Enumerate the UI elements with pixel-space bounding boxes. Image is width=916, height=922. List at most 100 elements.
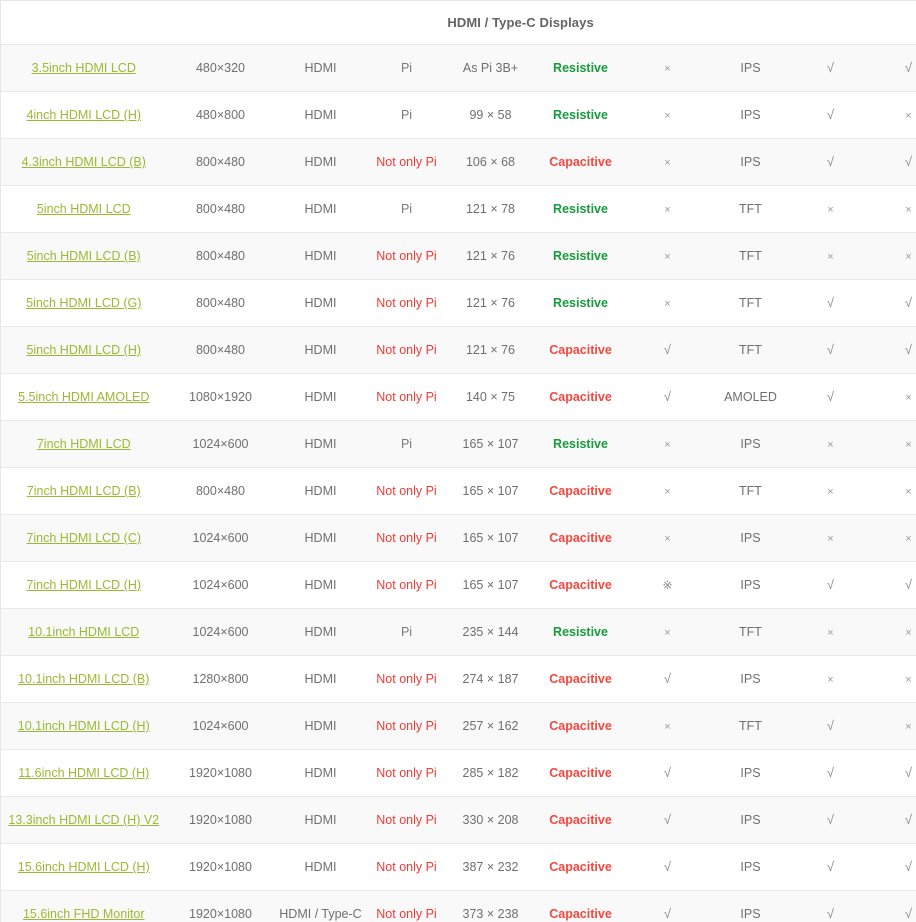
cell-backl: × bbox=[868, 467, 916, 515]
cell-product-name[interactable]: 4.3inch HDMI LCD (B) bbox=[0, 138, 167, 186]
cell-product-name[interactable]: 7inch HDMI LCD (H) bbox=[0, 561, 167, 609]
product-link[interactable]: 7inch HDMI LCD (H) bbox=[26, 578, 141, 592]
size-value: 285 × 182 bbox=[462, 766, 519, 780]
cell-panel: IPS bbox=[708, 561, 793, 609]
product-link[interactable]: 4inch HDMI LCD (H) bbox=[26, 108, 141, 122]
cell-product-name[interactable]: 5inch HDMI LCD (H) bbox=[0, 326, 167, 374]
product-link[interactable]: 13.3inch HDMI LCD (H) V2 bbox=[8, 813, 159, 827]
cell-product-name[interactable]: 15.6inch FHD Monitor bbox=[0, 890, 167, 922]
panel-value: TFT bbox=[739, 202, 762, 216]
table-row[interactable]: 5inch HDMI LCD (H) 800×480 HDMI Not only Pi… bbox=[0, 326, 916, 374]
cell-panel: TFT bbox=[708, 608, 793, 656]
cell-res: 480×320 bbox=[166, 44, 275, 92]
product-link[interactable]: 5inch HDMI LCD bbox=[37, 202, 131, 216]
iface-value: HDMI bbox=[304, 61, 337, 75]
table-row[interactable]: 7inch HDMI LCD (H) 1024×600 HDMI Not only P… bbox=[0, 561, 916, 609]
table-row[interactable]: 11.6inch HDMI LCD (H) 1920×1080 HDMI Not on… bbox=[0, 749, 916, 797]
res-value: 1920×1080 bbox=[189, 766, 252, 780]
case-check-icon: √ bbox=[663, 671, 672, 686]
product-link[interactable]: 5inch HDMI LCD (B) bbox=[27, 249, 141, 263]
table-row[interactable]: 10.1inch HDMI LCD (H) 1024×600 HDMI Not onl… bbox=[0, 702, 916, 750]
panel-value: TFT bbox=[739, 343, 762, 357]
cell-product-name[interactable]: 7inch HDMI LCD bbox=[0, 420, 167, 468]
cell-product-name[interactable]: 10.1inch HDMI LCD (B) bbox=[0, 655, 167, 703]
table-row[interactable]: 7inch HDMI LCD (B) 800×480 HDMI Not only Pi… bbox=[0, 467, 916, 515]
size-value: 121 × 78 bbox=[465, 202, 515, 216]
cell-product-name[interactable]: 4inch HDMI LCD (H) bbox=[0, 91, 167, 139]
product-link[interactable]: 5inch HDMI LCD (H) bbox=[26, 343, 141, 357]
audio-cross-icon: × bbox=[827, 674, 834, 686]
cell-product-name[interactable]: 5.5inch HDMI AMOLED bbox=[0, 373, 167, 421]
touch-value: Capacitive bbox=[549, 672, 612, 686]
table-row[interactable]: 15.6inch FHD Monitor 1920×1080 HDMI / Type… bbox=[0, 890, 916, 922]
table-row[interactable]: 7inch HDMI LCD (C) 1024×600 HDMI Not only P… bbox=[0, 514, 916, 562]
cell-product-name[interactable]: 5inch HDMI LCD (G) bbox=[0, 279, 167, 327]
cell-product-name[interactable]: 7inch HDMI LCD (C) bbox=[0, 514, 167, 562]
product-link[interactable]: 7inch HDMI LCD (C) bbox=[26, 531, 141, 545]
host-value: Not only Pi bbox=[376, 343, 437, 357]
product-link[interactable]: 3.5inch HDMI LCD bbox=[32, 61, 136, 75]
product-link[interactable]: 5inch HDMI LCD (G) bbox=[26, 296, 141, 310]
table-row[interactable]: 5inch HDMI LCD (B) 800×480 HDMI Not only Pi… bbox=[0, 232, 916, 280]
cell-touch: Resistive bbox=[534, 185, 627, 233]
product-link[interactable]: 4.3inch HDMI LCD (B) bbox=[22, 155, 146, 169]
iface-value: HDMI bbox=[304, 578, 337, 592]
table-row[interactable]: 5inch HDMI LCD (G) 800×480 HDMI Not only Pi… bbox=[0, 279, 916, 327]
cell-touch: Capacitive bbox=[534, 843, 627, 891]
cell-res: 1024×600 bbox=[166, 702, 275, 750]
table-row[interactable]: 13.3inch HDMI LCD (H) V2 1920×1080 HDMI Not… bbox=[0, 796, 916, 844]
product-link[interactable]: 5.5inch HDMI AMOLED bbox=[18, 390, 149, 404]
cell-audio: √ bbox=[792, 890, 869, 922]
table-row[interactable]: 10.1inch HDMI LCD (B) 1280×800 HDMI Not onl… bbox=[0, 655, 916, 703]
cell-audio: √ bbox=[792, 843, 869, 891]
backl-check-icon: √ bbox=[904, 60, 913, 75]
cell-host: Pi bbox=[366, 185, 447, 233]
touch-value: Resistive bbox=[553, 249, 608, 263]
table-row[interactable]: 3.5inch HDMI LCD 480×320 HDMI Pi As Pi 3B+ Re… bbox=[0, 44, 916, 92]
cell-product-name[interactable]: 5inch HDMI LCD bbox=[0, 185, 167, 233]
cell-backl: √ bbox=[868, 279, 916, 327]
cell-product-name[interactable]: 3.5inch HDMI LCD bbox=[0, 44, 167, 92]
product-link[interactable]: 15.6inch FHD Monitor bbox=[23, 907, 145, 921]
res-value: 800×480 bbox=[195, 296, 245, 310]
cell-backl: × bbox=[868, 91, 916, 139]
table-row[interactable]: 4.3inch HDMI LCD (B) 800×480 HDMI Not only … bbox=[0, 138, 916, 186]
cell-panel: TFT bbox=[708, 326, 793, 374]
cell-product-name[interactable]: 13.3inch HDMI LCD (H) V2 bbox=[0, 796, 167, 844]
cell-backl: √ bbox=[868, 890, 916, 922]
case-cross-icon: × bbox=[664, 157, 671, 169]
table-row[interactable]: 5.5inch HDMI AMOLED 1080×1920 HDMI Not only… bbox=[0, 373, 916, 421]
cell-product-name[interactable]: 11.6inch HDMI LCD (H) bbox=[0, 749, 167, 797]
res-value: 1024×600 bbox=[192, 625, 249, 639]
table-row[interactable]: 10.1inch HDMI LCD 1024×600 HDMI Pi 235 × 144… bbox=[0, 608, 916, 656]
cell-audio: × bbox=[792, 185, 869, 233]
product-link[interactable]: 7inch HDMI LCD (B) bbox=[27, 484, 141, 498]
iface-value: HDMI / Type-C bbox=[279, 907, 362, 921]
cell-product-name[interactable]: 7inch HDMI LCD (B) bbox=[0, 467, 167, 515]
res-value: 1024×600 bbox=[192, 531, 249, 545]
product-link[interactable]: 10.1inch HDMI LCD bbox=[28, 625, 139, 639]
cell-product-name[interactable]: 15.6inch HDMI LCD (H) bbox=[0, 843, 167, 891]
cell-iface: HDMI bbox=[274, 44, 367, 92]
product-link[interactable]: 15.6inch HDMI LCD (H) bbox=[18, 860, 150, 874]
cell-res: 1920×1080 bbox=[166, 890, 275, 922]
product-link[interactable]: 10.1inch HDMI LCD (H) bbox=[18, 719, 150, 733]
product-link[interactable]: 7inch HDMI LCD bbox=[37, 437, 131, 451]
backl-cross-icon: × bbox=[905, 251, 912, 263]
cell-backl: × bbox=[868, 232, 916, 280]
cell-backl: √ bbox=[868, 561, 916, 609]
cell-size: 235 × 144 bbox=[446, 608, 535, 656]
panel-value: IPS bbox=[740, 907, 761, 921]
cell-product-name[interactable]: 5inch HDMI LCD (B) bbox=[0, 232, 167, 280]
table-row[interactable]: 7inch HDMI LCD 1024×600 HDMI Pi 165 × 107 Res… bbox=[0, 420, 916, 468]
cell-product-name[interactable]: 10.1inch HDMI LCD (H) bbox=[0, 702, 167, 750]
cell-product-name[interactable]: 10.1inch HDMI LCD bbox=[0, 608, 167, 656]
table-row[interactable]: 15.6inch HDMI LCD (H) 1920×1080 HDMI Not on… bbox=[0, 843, 916, 891]
product-link[interactable]: 11.6inch HDMI LCD (H) bbox=[18, 766, 149, 780]
res-value: 1024×600 bbox=[192, 719, 249, 733]
table-row[interactable]: 5inch HDMI LCD 800×480 HDMI Pi 121 × 78 Resis… bbox=[0, 185, 916, 233]
product-link[interactable]: 10.1inch HDMI LCD (B) bbox=[18, 672, 149, 686]
cell-panel: IPS bbox=[708, 420, 793, 468]
table-row[interactable]: 4inch HDMI LCD (H) 480×800 HDMI Pi 99 × 58 Re… bbox=[0, 91, 916, 139]
audio-check-icon: √ bbox=[826, 60, 835, 75]
